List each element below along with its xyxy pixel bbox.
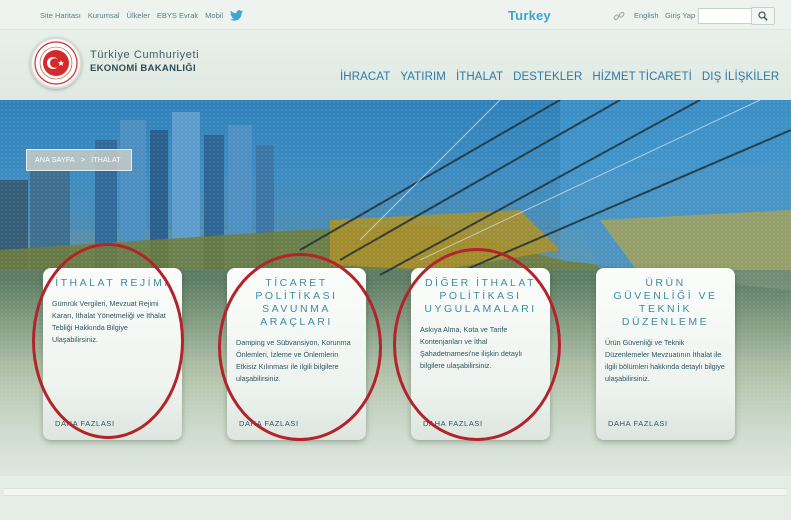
top-link-site-map[interactable]: Site Haritası: [40, 11, 81, 20]
ministry-name-line2: EKONOMİ BAKANLIĞI: [90, 63, 196, 74]
login-link[interactable]: Giriş Yap: [665, 11, 695, 20]
twitter-icon[interactable]: [230, 10, 244, 21]
ministry-emblem: [34, 41, 78, 85]
site-header: Türkiye Cumhuriyeti EKONOMİ BAKANLIĞI İH…: [0, 30, 791, 100]
top-links: Site Haritası Kurumsal Ülkeler EBYS Evra…: [40, 10, 244, 21]
turkey-brand-logo[interactable]: Turkey: [508, 8, 551, 23]
emblem-logo[interactable]: [30, 37, 82, 89]
ministry-name-line1: Türkiye Cumhuriyeti: [90, 49, 200, 61]
search-input[interactable]: [698, 8, 752, 24]
nav-item-ithalat[interactable]: İTHALAT: [456, 71, 503, 83]
card-title: ÜRÜN GÜVENLİĞİ VE TEKNİK DÜZENLEME: [613, 277, 718, 328]
nav-item-dis-iliskiler[interactable]: DIŞ İLİŞKİLER: [702, 71, 779, 83]
breadcrumb-current: İTHALAT: [91, 156, 121, 164]
nav-item-hizmet-ticareti[interactable]: HİZMET TİCARETİ: [592, 71, 691, 83]
top-link-countries[interactable]: Ülkeler: [127, 11, 150, 20]
breadcrumb-home[interactable]: ANA SAYFA: [35, 157, 75, 164]
annotation-circle: [218, 253, 382, 441]
main-navigation: İHRACAT YATIRIM İTHALAT DESTEKLER HİZMET…: [340, 71, 779, 83]
nav-item-destekler[interactable]: DESTEKLER: [513, 71, 582, 83]
link-icon[interactable]: [613, 10, 625, 22]
card-more-link[interactable]: DAHA FAZLASI: [608, 419, 668, 428]
annotation-circle: [32, 243, 184, 439]
top-utility-bar: Site Haritası Kurumsal Ülkeler EBYS Evra…: [0, 0, 791, 30]
top-link-ebys[interactable]: EBYS Evrak: [157, 11, 198, 20]
hero-banner: ANA SAYFA > İTHALAT İTHALAT REJİMİ Gümrü…: [0, 100, 791, 476]
search-button[interactable]: [751, 7, 775, 25]
breadcrumb-separator: >: [80, 156, 86, 164]
nav-item-yatirim[interactable]: YATIRIM: [400, 71, 446, 83]
content-band: [0, 476, 791, 520]
top-link-mobile[interactable]: Mobil: [205, 11, 223, 20]
card-description: Ürün Güvenliği ve Teknik Düzenlemeler Me…: [605, 338, 725, 383]
content-divider: [4, 488, 787, 496]
breadcrumb: ANA SAYFA > İTHALAT: [26, 149, 132, 171]
card-urun-guvenligi[interactable]: ÜRÜN GÜVENLİĞİ VE TEKNİK DÜZENLEME Ürün …: [596, 268, 735, 440]
search-icon: [758, 11, 768, 21]
language-link-english[interactable]: English: [634, 11, 659, 20]
annotation-circle: [393, 248, 561, 441]
nav-item-ihracat[interactable]: İHRACAT: [340, 71, 390, 83]
top-link-corporate[interactable]: Kurumsal: [88, 11, 120, 20]
